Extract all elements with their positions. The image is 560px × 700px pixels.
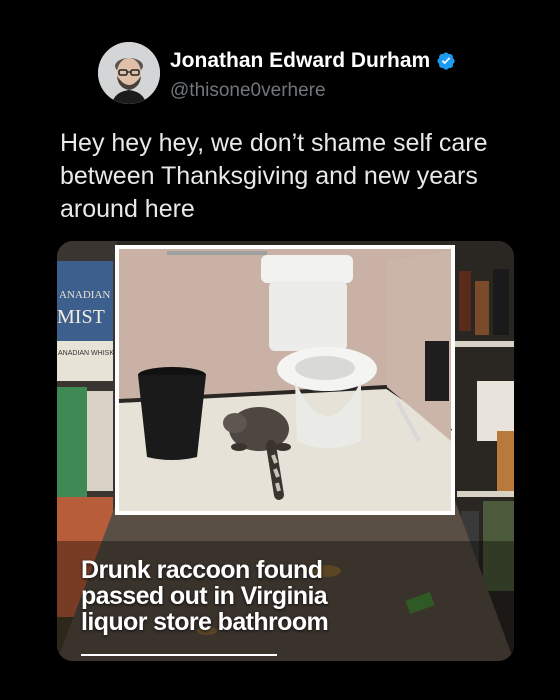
- shelf-brand-main: MIST: [57, 306, 105, 328]
- tweet-text: Hey hey hey, we don’t shame self care be…: [60, 129, 488, 223]
- avatar-photo: [98, 42, 160, 104]
- author-name-text: Jonathan Edward Durham: [170, 49, 431, 72]
- author-name[interactable]: Jonathan Edward Durham: [170, 49, 456, 73]
- avatar[interactable]: [98, 42, 160, 104]
- shelf-brand-sub: ANADIAN WHISKY: [58, 350, 119, 357]
- headline-line: passed out in Virginia: [81, 582, 328, 610]
- author-handle[interactable]: @thisone0verhere: [170, 80, 326, 102]
- bathroom-photo: [115, 245, 455, 515]
- tweet-media[interactable]: ANADIAN MIST ANADIAN WHISKY Drunk raccoo…: [57, 241, 514, 661]
- media-headline: Drunk raccoon found passed out in Virgin…: [81, 557, 381, 635]
- shelf-brand-top: ANADIAN: [59, 289, 110, 301]
- verified-badge-icon: [437, 52, 455, 70]
- headline-line: Drunk raccoon found: [81, 556, 323, 584]
- tweet-card: Jonathan Edward Durham @thisone0verhere …: [0, 0, 560, 700]
- headline-underline: [81, 654, 277, 656]
- headline-line: liquor store bathroom: [81, 608, 329, 636]
